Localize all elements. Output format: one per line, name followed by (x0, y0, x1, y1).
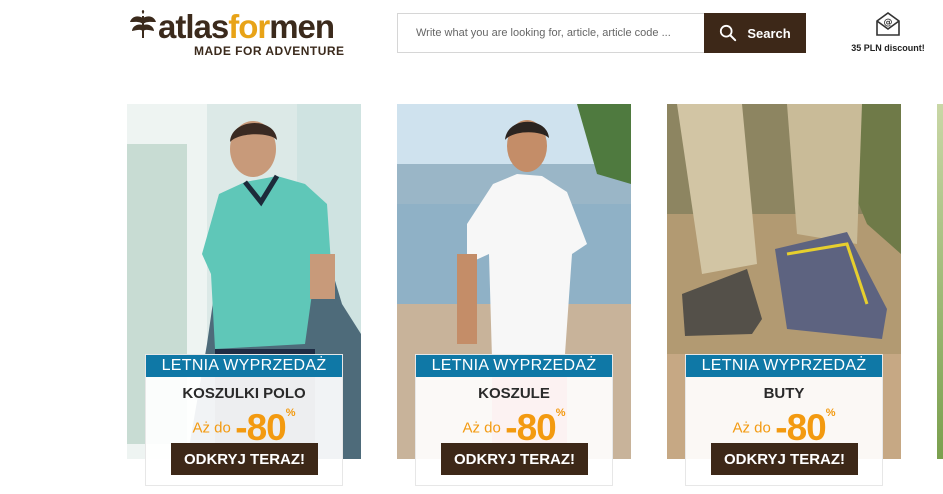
discover-now-button[interactable]: ODKRYJ TERAZ! (171, 443, 318, 475)
percent-sign: % (825, 407, 836, 419)
percent-sign: % (555, 407, 566, 419)
sale-banner: LETNIA WYPRZEDAŻ (416, 355, 612, 377)
category-title: BUTY (763, 385, 805, 402)
up-to-text: Aż do (462, 419, 501, 437)
leaf-icon (130, 10, 156, 38)
discover-now-button[interactable]: ODKRYJ TERAZ! (441, 443, 588, 475)
site-logo[interactable]: atlasformen MADE FOR ADVENTURE (128, 8, 364, 62)
discover-now-button[interactable]: ODKRYJ TERAZ! (711, 443, 858, 475)
up-to-text: Aż do (192, 419, 231, 437)
promo-text: 35 PLN discount! (851, 43, 925, 53)
next-card-peek[interactable] (937, 104, 943, 459)
promo-card-polo[interactable]: LETNIA WYPRZEDAŻ KOSZULKI POLO Aż do -80… (127, 104, 361, 486)
promo-card-shirts[interactable]: LETNIA WYPRZEDAŻ KOSZULE Aż do -80% ODKR… (397, 104, 631, 486)
promo-overlay: LETNIA WYPRZEDAŻ KOSZULE Aż do -80% ODKR… (415, 354, 613, 486)
promo-card-shoes[interactable]: LETNIA WYPRZEDAŻ BUTY Aż do -80% ODKRYJ … (667, 104, 901, 486)
search-button-label: Search (747, 25, 791, 41)
svg-text:@: @ (884, 18, 893, 28)
category-title: KOSZULKI POLO (182, 385, 306, 402)
percent-sign: % (285, 407, 296, 419)
search-input[interactable] (398, 14, 704, 52)
logo-tagline: MADE FOR ADVENTURE (194, 44, 345, 58)
search-button[interactable]: Search (704, 13, 806, 53)
envelope-at-icon: @ (876, 12, 900, 36)
discount-value: -80 (235, 407, 286, 448)
up-to-text: Aż do (732, 419, 771, 437)
logo-wordmark: atlasformen (158, 8, 335, 45)
promo-overlay: LETNIA WYPRZEDAŻ KOSZULKI POLO Aż do -80… (145, 354, 343, 486)
sale-banner: LETNIA WYPRZEDAŻ (146, 355, 342, 377)
newsletter-promo[interactable]: @ 35 PLN discount! (848, 10, 928, 53)
search-icon (720, 24, 737, 42)
sale-banner: LETNIA WYPRZEDAŻ (686, 355, 882, 377)
discount-value: -80 (775, 407, 826, 448)
category-title: KOSZULE (478, 385, 550, 402)
search-bar: Search (397, 13, 806, 53)
discount-value: -80 (505, 407, 556, 448)
promo-overlay: LETNIA WYPRZEDAŻ BUTY Aż do -80% ODKRYJ … (685, 354, 883, 486)
